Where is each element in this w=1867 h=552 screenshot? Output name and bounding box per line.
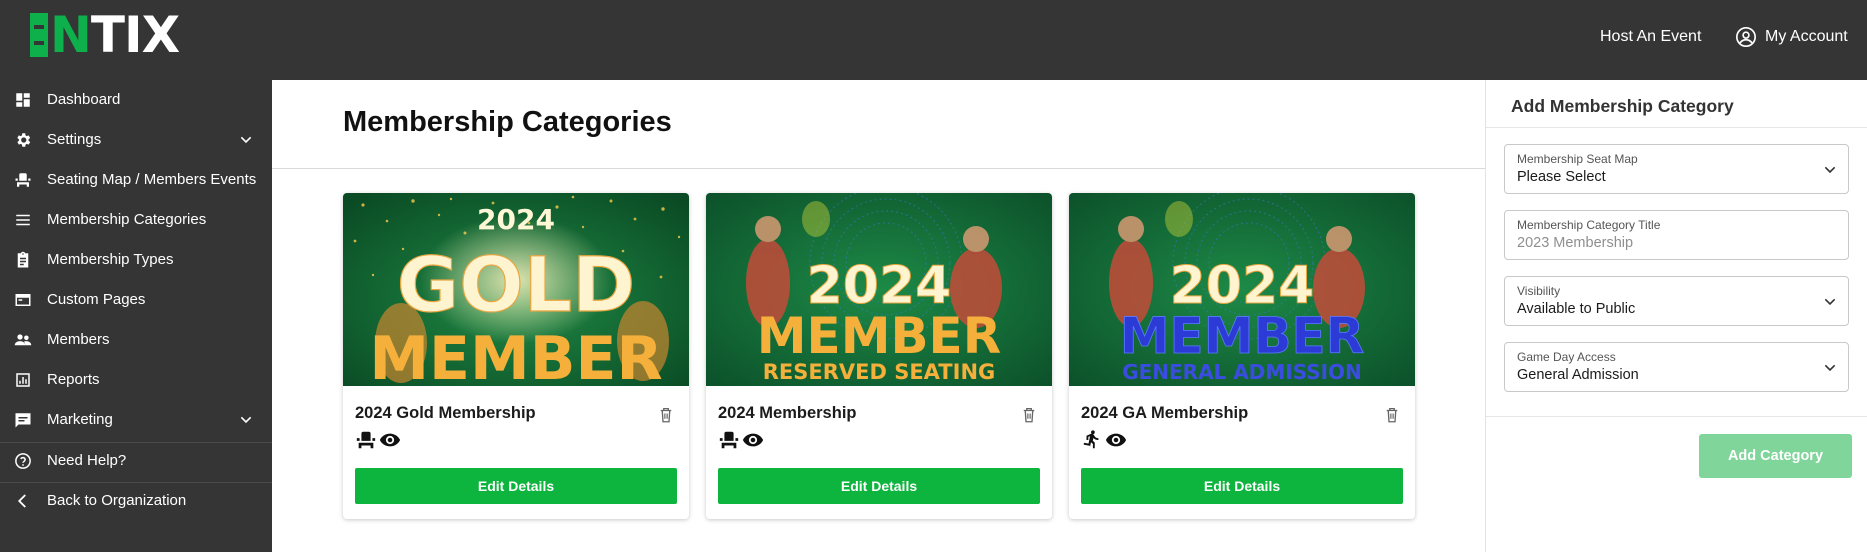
panel-divider xyxy=(1486,416,1867,417)
card-status-icons xyxy=(355,429,401,451)
panel-divider xyxy=(1486,127,1867,128)
add-category-button[interactable]: Add Category xyxy=(1699,434,1852,478)
edit-details-button[interactable]: Edit Details xyxy=(718,468,1040,504)
membership-card: 2024 MEMBER RESERVED SEATING 2024 Member… xyxy=(706,193,1052,519)
card-title: 2024 GA Membership xyxy=(1081,404,1249,422)
chevron-down-icon xyxy=(1824,298,1836,306)
sidebar-item-need-help[interactable]: Need Help? xyxy=(0,441,272,481)
svg-text:MEMBER: MEMBER xyxy=(757,307,1001,365)
eye-icon xyxy=(379,433,401,447)
intix-logo[interactable]: NTIX xyxy=(30,10,180,60)
logo-tix: TIX xyxy=(90,6,180,64)
membership-card: 2024 MEMBER GENERAL ADMISSION 2024 GA Me… xyxy=(1069,193,1415,519)
people-icon xyxy=(14,334,32,346)
svg-text:2024: 2024 xyxy=(477,203,555,236)
visibility-select[interactable]: Visibility Available to Public xyxy=(1504,276,1849,326)
sidebar-item-dashboard[interactable]: Dashboard xyxy=(0,80,272,120)
eye-icon xyxy=(1105,433,1127,447)
svg-text:MEMBER: MEMBER xyxy=(1120,307,1364,365)
seat-icon xyxy=(719,431,739,449)
clipboard-icon xyxy=(17,251,29,268)
chevron-down-icon xyxy=(240,416,252,424)
gear-icon xyxy=(17,133,31,147)
account-circle-icon xyxy=(1736,27,1756,47)
sidebar-item-reports[interactable]: Reports xyxy=(0,360,272,400)
card-status-icons xyxy=(1081,429,1127,451)
walking-person-icon xyxy=(1083,430,1099,449)
svg-text:GOLD: GOLD xyxy=(397,240,636,329)
seat-icon xyxy=(15,173,31,187)
card-banner-image: 2024 MEMBER GENERAL ADMISSION xyxy=(1069,193,1415,386)
chevron-down-icon xyxy=(1824,364,1836,372)
sidebar: Dashboard Settings Seating Map / Members… xyxy=(0,80,272,552)
sidebar-item-custom-pages[interactable]: Custom Pages xyxy=(0,280,272,320)
membership-card: 2024 GOLD MEMBER 2024 Gold Membership Ed… xyxy=(343,193,689,519)
dashboard-icon xyxy=(16,93,30,107)
list-icon xyxy=(16,214,30,226)
my-account-label: My Account xyxy=(1765,28,1848,45)
card-title: 2024 Gold Membership xyxy=(355,404,536,422)
svg-text:MEMBER: MEMBER xyxy=(369,324,662,386)
host-event-link[interactable]: Host An Event xyxy=(1600,26,1701,48)
seat-icon xyxy=(356,431,376,449)
main-content: Membership Categories 2024 GOLD MEMBER 2… xyxy=(272,80,1485,552)
card-banner-image: 2024 GOLD MEMBER xyxy=(343,193,689,386)
edit-details-button[interactable]: Edit Details xyxy=(1081,468,1403,504)
chevron-down-icon xyxy=(1824,166,1836,174)
sidebar-item-membership-categories[interactable]: Membership Categories xyxy=(0,200,272,240)
svg-text:RESERVED SEATING: RESERVED SEATING xyxy=(763,360,996,384)
top-bar: NTIX Host An Event My Account xyxy=(0,0,1867,80)
sidebar-item-members[interactable]: Members xyxy=(0,320,272,360)
title-divider xyxy=(272,168,1485,169)
add-category-panel: Add Membership Category Membership Seat … xyxy=(1485,80,1867,552)
sidebar-item-membership-types[interactable]: Membership Types xyxy=(0,240,272,280)
page-icon xyxy=(15,294,31,306)
logo-n: N xyxy=(50,6,92,64)
eye-icon xyxy=(742,433,764,447)
svg-text:GENERAL ADMISSION: GENERAL ADMISSION xyxy=(1122,360,1362,384)
ticket-i-icon xyxy=(30,13,48,57)
card-title: 2024 Membership xyxy=(718,404,857,422)
trash-icon[interactable] xyxy=(657,406,675,424)
seat-map-select[interactable]: Membership Seat Map Please Select xyxy=(1504,144,1849,194)
help-icon xyxy=(15,453,31,469)
category-title-field[interactable]: Membership Category Title xyxy=(1504,210,1849,260)
card-status-icons xyxy=(718,429,764,451)
back-chevron-icon xyxy=(17,494,26,508)
chat-icon xyxy=(15,413,31,428)
chevron-down-icon xyxy=(240,136,252,144)
sidebar-item-back-to-organization[interactable]: Back to Organization xyxy=(0,481,272,521)
edit-details-button[interactable]: Edit Details xyxy=(355,468,677,504)
report-icon xyxy=(16,373,30,387)
card-banner-image: 2024 MEMBER RESERVED SEATING xyxy=(706,193,1052,386)
page-title: Membership Categories xyxy=(343,106,672,138)
sidebar-item-marketing[interactable]: Marketing xyxy=(0,400,272,440)
my-account-button[interactable]: My Account xyxy=(1735,26,1848,48)
sidebar-item-seating-map[interactable]: Seating Map / Members Events xyxy=(0,160,272,200)
category-title-input[interactable] xyxy=(1517,235,1817,251)
trash-icon[interactable] xyxy=(1383,406,1401,424)
trash-icon[interactable] xyxy=(1020,406,1038,424)
game-day-access-select[interactable]: Game Day Access General Admission xyxy=(1504,342,1849,392)
panel-title: Add Membership Category xyxy=(1511,96,1734,116)
sidebar-item-settings[interactable]: Settings xyxy=(0,120,272,160)
